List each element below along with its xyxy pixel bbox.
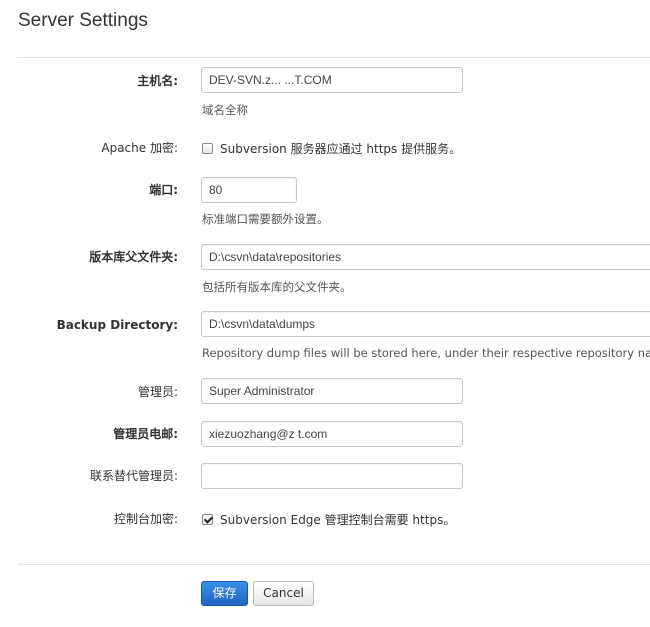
port-label: 端口: (149, 183, 178, 197)
port-input[interactable]: 80 (201, 177, 297, 203)
console-ssl-text: Subversion Edge 管理控制台需要 https。 (220, 513, 456, 527)
save-button[interactable]: 保存 (201, 581, 248, 606)
admin-input[interactable]: Super Administrator (201, 378, 463, 404)
repo-parent-input[interactable]: D:\csvn\data\repositories (201, 244, 650, 270)
apache-ssl-label: Apache 加密: (101, 141, 178, 155)
header-divider (18, 57, 650, 58)
port-help: 标准端口需要额外设置。 (202, 212, 329, 226)
hostname-label: 主机名: (137, 74, 178, 88)
cancel-button[interactable]: Cancel (253, 581, 314, 606)
hostname-help: 域名全称 (202, 103, 248, 117)
alt-admin-label: 联系替代管理员: (89, 469, 178, 483)
apache-ssl-option[interactable]: Subversion 服务器应通过 https 提供服务。 (202, 140, 461, 157)
hostname-input[interactable]: DEV-SVN.z... ...T.COM (201, 67, 463, 93)
backup-dir-input[interactable]: D:\csvn\data\dumps (201, 311, 650, 337)
footer-divider (18, 564, 650, 565)
admin-email-input[interactable]: xiezuozhang@z t.com (201, 421, 463, 447)
admin-email-label: 管理员电邮: (113, 427, 178, 441)
page-title: Server Settings (18, 10, 148, 31)
console-ssl-checkbox[interactable] (202, 514, 213, 525)
backup-dir-help: Repository dump files will be stored her… (202, 346, 650, 360)
apache-ssl-checkbox[interactable] (202, 143, 213, 154)
console-ssl-label: 控制台加密: (113, 512, 178, 526)
console-ssl-option[interactable]: Subversion Edge 管理控制台需要 https。 (202, 511, 455, 528)
repo-parent-help: 包括所有版本库的父文件夹。 (202, 280, 352, 294)
backup-dir-label: Backup Directory: (56, 318, 178, 332)
alt-admin-input[interactable] (201, 463, 463, 489)
admin-label: 管理员: (137, 385, 178, 399)
repo-parent-label: 版本库父文件夹: (89, 250, 178, 264)
apache-ssl-text: Subversion 服务器应通过 https 提供服务。 (220, 142, 462, 156)
